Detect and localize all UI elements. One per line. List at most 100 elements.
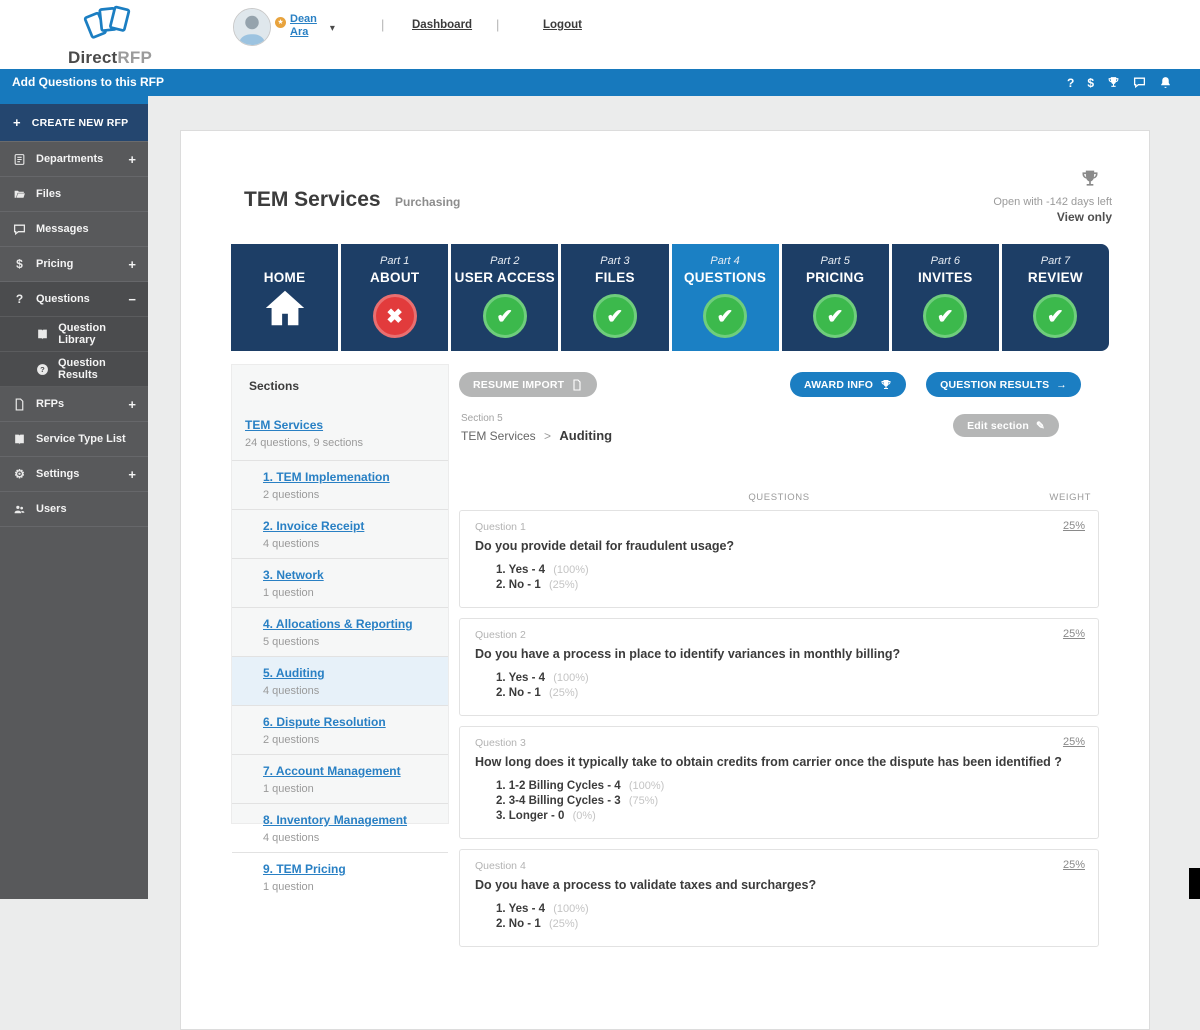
breadcrumb-separator: > — [544, 429, 552, 443]
tab-user-access[interactable]: Part 2 USER ACCESS — [451, 244, 559, 351]
dashboard-link[interactable]: Dashboard — [412, 19, 472, 31]
question-weight-link[interactable]: 25% — [1063, 859, 1085, 871]
tab-status-icon — [1033, 294, 1078, 338]
section-item-auditing[interactable]: 5. Auditing 4 questions — [232, 656, 448, 705]
question-card-2[interactable]: Question 2 25% Do you have a process in … — [459, 618, 1099, 716]
section-item-inventory-management[interactable]: 8. Inventory Management 4 questions — [232, 803, 448, 852]
bell-icon[interactable] — [1159, 76, 1172, 89]
sidebar-item-users[interactable]: Users — [0, 492, 148, 527]
sidebar-item-settings[interactable]: ⚙ Settings + — [0, 457, 148, 492]
expand-toggle-icon[interactable]: − — [128, 292, 136, 307]
question-card-4[interactable]: Question 4 25% Do you have a process to … — [459, 849, 1099, 947]
sidebar-item-files[interactable]: Files — [0, 177, 148, 212]
section-meta: 2 questions — [263, 489, 320, 501]
expand-toggle-icon[interactable]: + — [128, 152, 136, 167]
sidebar-item-question-results[interactable]: ? Question Results — [0, 352, 148, 387]
question-text: Do you have a process in place to identi… — [475, 647, 901, 661]
tab-review[interactable]: Part 7 REVIEW — [1001, 244, 1109, 351]
tab-pricing[interactable]: Part 5 PRICING — [781, 244, 889, 351]
tab-part-label: Part 6 — [930, 255, 960, 267]
section-link[interactable]: 7. Account Management — [263, 764, 401, 778]
section-link[interactable]: 8. Inventory Management — [263, 813, 407, 827]
section-item-tem-implemenation[interactable]: 1. TEM Implemenation 2 questions — [232, 460, 448, 509]
edit-section-button[interactable]: Edit section ✎ — [953, 414, 1059, 437]
sidebar-item-pricing[interactable]: $ Pricing + — [0, 247, 148, 282]
user-menu[interactable]: ★ Dean Ara ▾ — [275, 13, 335, 39]
question-weight-link[interactable]: 25% — [1063, 520, 1085, 532]
answer-percent: (25%) — [548, 579, 579, 591]
section-link[interactable]: 6. Dispute Resolution — [263, 715, 386, 729]
tab-part-label: Part 4 — [710, 255, 740, 267]
answer-row: 2. 3-4 Billing Cycles - 3 (75%) — [496, 794, 1083, 809]
question-card-1[interactable]: Question 1 25% Do you provide detail for… — [459, 510, 1099, 608]
sidebar-item-question-library[interactable]: Question Library — [0, 317, 148, 352]
logo-pages-icon — [83, 5, 131, 39]
section-link[interactable]: 1. TEM Implemenation — [263, 470, 390, 484]
section-item-dispute-resolution[interactable]: 6. Dispute Resolution 2 questions — [232, 705, 448, 754]
weight-column-header: WEIGHT — [1049, 492, 1091, 503]
sections-root: TEM Services 24 questions, 9 sections — [245, 416, 448, 449]
question-card-3[interactable]: Question 3 25% How long does it typicall… — [459, 726, 1099, 839]
svg-text:?: ? — [40, 365, 45, 374]
sidebar-item-questions[interactable]: ? Questions − — [0, 282, 148, 317]
sidebar-item-label: Service Type List — [36, 433, 126, 445]
tab-home[interactable]: HOME — [231, 244, 339, 351]
sidebar-item-label: RFPs — [36, 398, 65, 410]
section-item-account-management[interactable]: 7. Account Management 1 question — [232, 754, 448, 803]
section-link[interactable]: 9. TEM Pricing — [263, 862, 346, 876]
answer-row: 1. 1-2 Billing Cycles - 4 (100%) — [496, 779, 1083, 794]
tab-about[interactable]: Part 1 ABOUT — [341, 244, 449, 351]
expand-toggle-icon[interactable]: + — [128, 467, 136, 482]
tab-questions[interactable]: Part 4 QUESTIONS — [671, 244, 779, 351]
expand-toggle-icon[interactable]: + — [128, 397, 136, 412]
answer-label: 1. 1-2 Billing Cycles - 4 — [496, 780, 621, 792]
logout-link[interactable]: Logout — [543, 19, 582, 31]
trophy-icon — [880, 379, 892, 391]
section-item-network[interactable]: 3. Network 1 question — [232, 558, 448, 607]
pencil-icon: ✎ — [1036, 419, 1045, 432]
tab-files[interactable]: Part 3 FILES — [561, 244, 669, 351]
award-info-button[interactable]: AWARD INFO — [790, 372, 907, 397]
answer-percent: (25%) — [548, 687, 579, 699]
app-logo[interactable]: DirectRFP — [50, 3, 170, 68]
chat-icon[interactable] — [1133, 76, 1146, 89]
sidebar-item-rfps[interactable]: RFPs + — [0, 387, 148, 422]
breadcrumb-root[interactable]: TEM Services — [461, 429, 536, 443]
expand-toggle-icon[interactable]: + — [128, 257, 136, 272]
answer-label: 2. No - 1 — [496, 579, 541, 591]
rfp-title: TEM Services — [244, 188, 381, 211]
question-icon: ? — [15, 292, 24, 306]
sidebar-item-service-type-list[interactable]: Service Type List — [0, 422, 148, 457]
trophy-icon[interactable] — [1107, 76, 1120, 89]
answer-label: 2. 3-4 Billing Cycles - 3 — [496, 795, 621, 807]
help-icon[interactable]: ? — [1067, 76, 1074, 90]
sidebar-item-departments[interactable]: Departments + — [0, 142, 148, 177]
section-item-allocations-reporting[interactable]: 4. Allocations & Reporting 5 questions — [232, 607, 448, 656]
sidebar-item-messages[interactable]: Messages — [0, 212, 148, 247]
dollar-icon[interactable]: $ — [1087, 76, 1094, 90]
question-weight-link[interactable]: 25% — [1063, 628, 1085, 640]
section-link[interactable]: 2. Invoice Receipt — [263, 519, 364, 533]
section-root-meta: 24 questions, 9 sections — [245, 437, 364, 449]
user-avatar[interactable] — [233, 8, 271, 46]
section-root-link[interactable]: TEM Services — [245, 418, 323, 432]
question-weight-link[interactable]: 25% — [1063, 736, 1085, 748]
rfp-main-card: TEM Services Purchasing Open with -142 d… — [180, 130, 1150, 1030]
sidebar-item-label: Messages — [36, 223, 89, 235]
question-results-button[interactable]: QUESTION RESULTS → — [926, 372, 1081, 397]
section-item-invoice-receipt[interactable]: 2. Invoice Receipt 4 questions — [232, 509, 448, 558]
sidebar: + CREATE NEW RFP Departments + Files Mes… — [0, 96, 148, 899]
section-item-tem-pricing[interactable]: 9. TEM Pricing 1 question — [232, 852, 448, 901]
questions-table-header: QUESTIONS WEIGHT — [459, 492, 1099, 503]
answer-row: 2. No - 1 (25%) — [496, 686, 1083, 701]
section-link[interactable]: 3. Network — [263, 568, 324, 582]
section-link[interactable]: 4. Allocations & Reporting — [263, 617, 413, 631]
resume-import-button[interactable]: RESUME IMPORT — [459, 372, 598, 397]
caret-down-icon[interactable]: ▾ — [330, 22, 335, 35]
tab-invites[interactable]: Part 6 INVITES — [891, 244, 999, 351]
user-first-name[interactable]: Dean — [290, 13, 317, 26]
create-new-rfp-button[interactable]: + CREATE NEW RFP — [0, 104, 148, 142]
user-last-name[interactable]: Ara — [290, 26, 317, 39]
section-meta: 5 questions — [263, 636, 320, 648]
section-link[interactable]: 5. Auditing — [263, 666, 325, 680]
